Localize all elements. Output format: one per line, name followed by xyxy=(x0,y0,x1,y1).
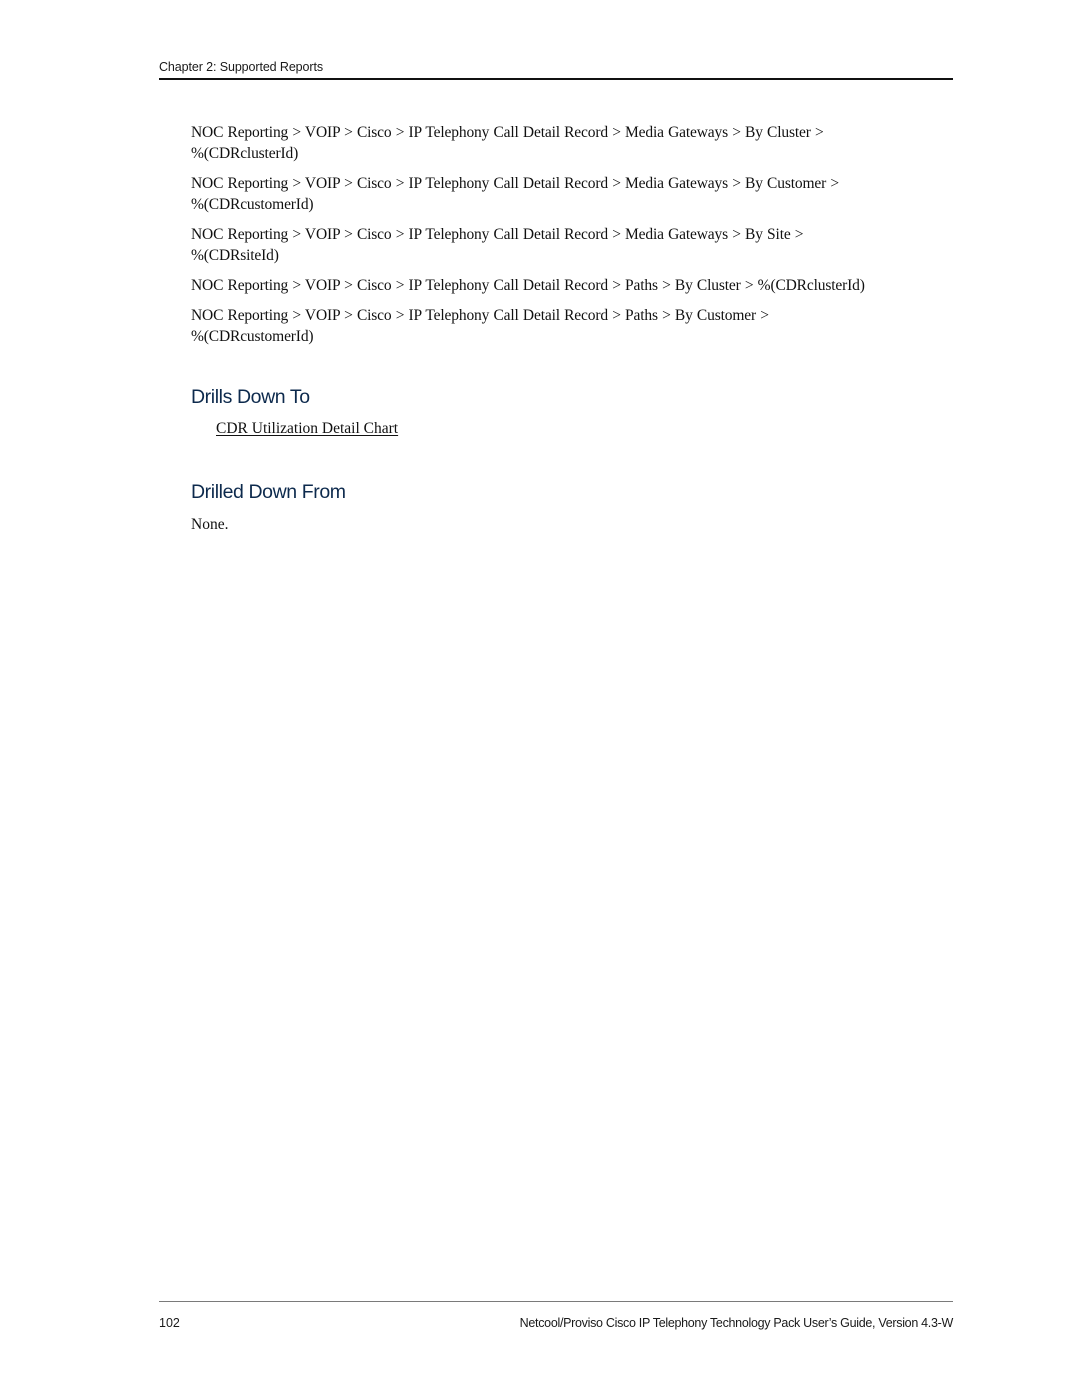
footer-rule xyxy=(159,1301,953,1302)
navigation-path-line: NOC Reporting > VOIP > Cisco > IP Teleph… xyxy=(191,277,865,294)
page-number: 102 xyxy=(159,1316,180,1330)
navigation-path-line: NOC Reporting > VOIP > Cisco > IP Teleph… xyxy=(191,307,769,324)
navigation-path-variable: %(CDRcustomerId) xyxy=(191,328,314,345)
navigation-path-line: NOC Reporting > VOIP > Cisco > IP Teleph… xyxy=(191,226,804,243)
document-title: Netcool/Proviso Cisco IP Telephony Techn… xyxy=(519,1316,954,1330)
navigation-path: NOC Reporting > VOIP > Cisco > IP Teleph… xyxy=(191,122,961,164)
navigation-path: NOC Reporting > VOIP > Cisco > IP Teleph… xyxy=(191,305,961,347)
navigation-path: NOC Reporting > VOIP > Cisco > IP Teleph… xyxy=(191,275,961,296)
navigation-path-line: NOC Reporting > VOIP > Cisco > IP Teleph… xyxy=(191,175,839,192)
navigation-path-line: NOC Reporting > VOIP > Cisco > IP Teleph… xyxy=(191,124,824,141)
navigation-path-variable: %(CDRcustomerId) xyxy=(191,196,314,213)
running-header: Chapter 2: Supported Reports xyxy=(159,60,323,74)
header-rule xyxy=(159,78,953,80)
navigation-path: NOC Reporting > VOIP > Cisco > IP Teleph… xyxy=(191,173,961,215)
navigation-path: NOC Reporting > VOIP > Cisco > IP Teleph… xyxy=(191,224,961,266)
page-content: NOC Reporting > VOIP > Cisco > IP Teleph… xyxy=(191,122,961,535)
navigation-path-variable: %(CDRclusterId) xyxy=(191,145,299,162)
cdr-utilization-detail-chart-link[interactable]: CDR Utilization Detail Chart xyxy=(216,420,398,437)
drills-down-to-item: CDR Utilization Detail Chart xyxy=(216,418,961,439)
navigation-path-variable: %(CDRsiteId) xyxy=(191,247,279,264)
drills-down-to-heading: Drills Down To xyxy=(191,386,310,408)
drilled-down-from-text: None. xyxy=(191,516,229,533)
drilled-down-from-heading: Drilled Down From xyxy=(191,481,346,503)
